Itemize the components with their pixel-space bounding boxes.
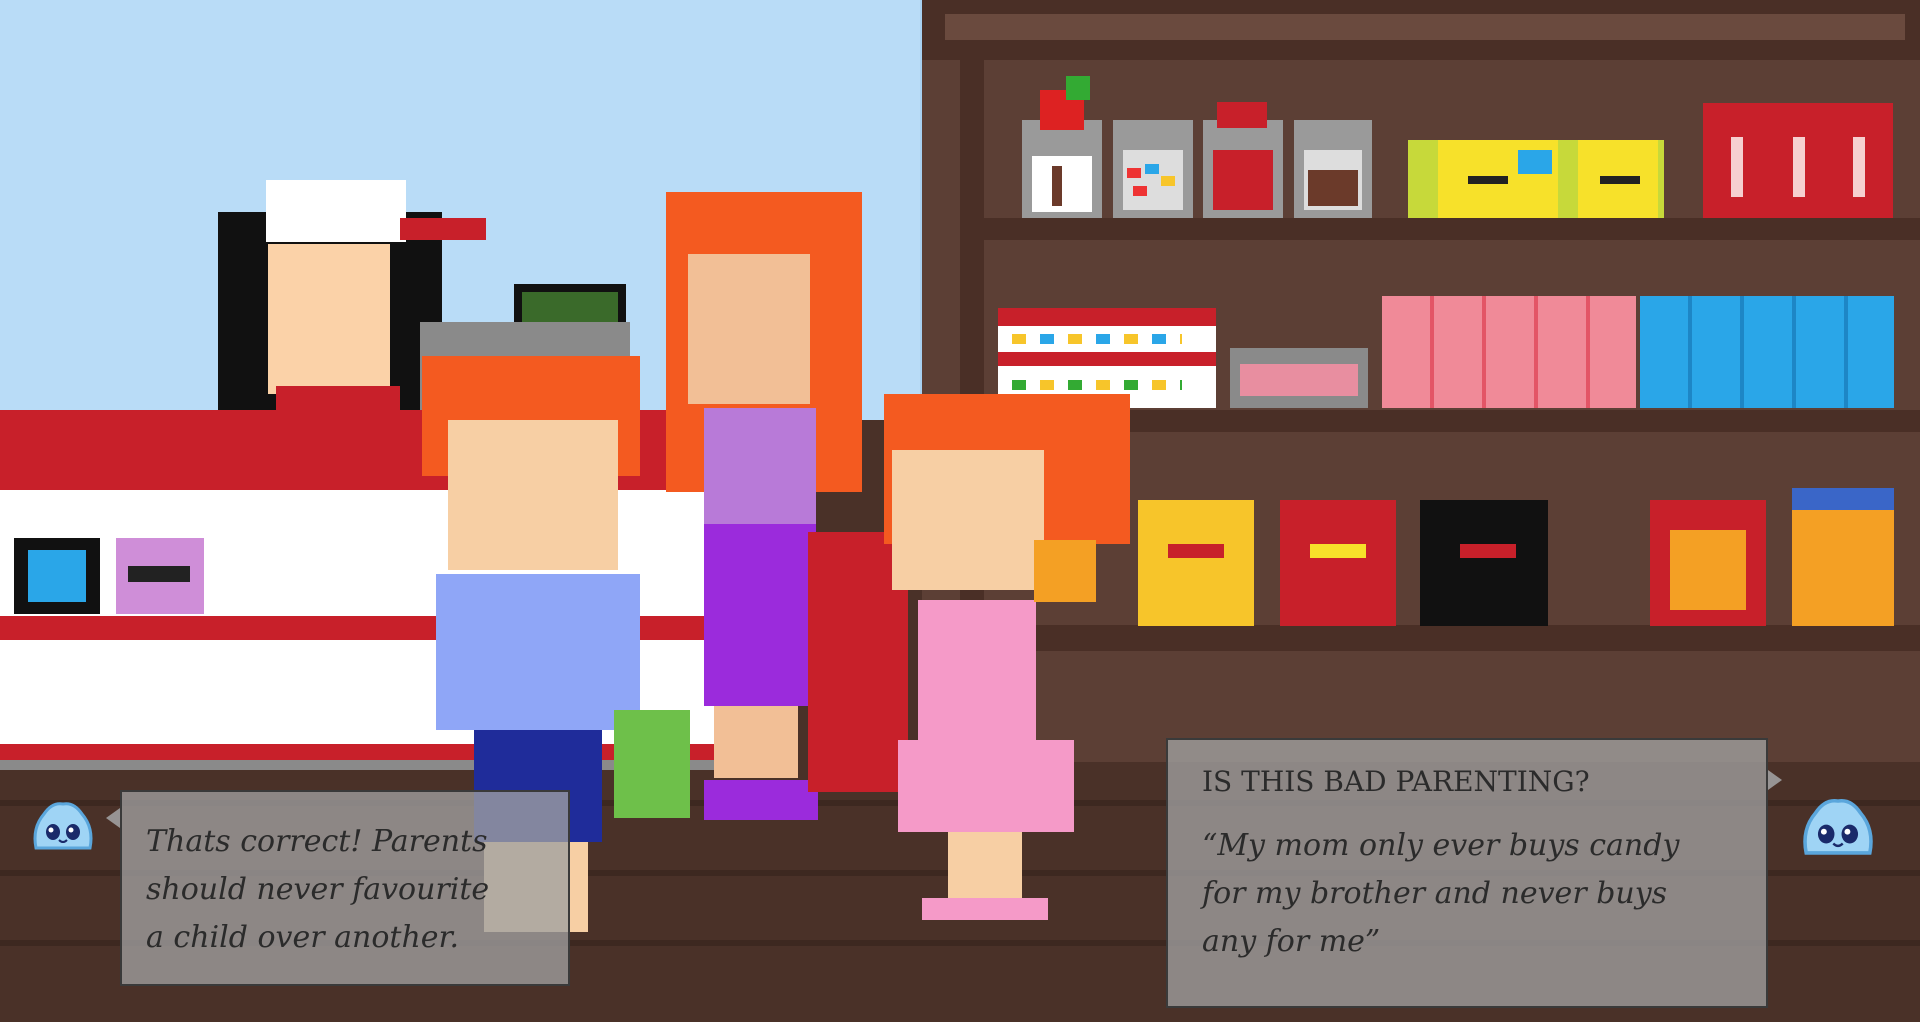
girl-hair-flower — [1034, 540, 1096, 602]
candy-jar-chocolate — [1294, 120, 1372, 218]
mother-top — [704, 408, 816, 526]
girl-dress — [918, 600, 1036, 740]
boy-shirt — [436, 574, 640, 730]
candy-jar-colorful — [1113, 120, 1193, 218]
candy-box-yellow-faces — [1408, 140, 1664, 218]
blue-slime-icon — [33, 802, 93, 850]
snack-bag-red — [1280, 500, 1396, 626]
chip-box-orange — [1650, 500, 1766, 626]
right-dialog-tail — [1768, 770, 1782, 790]
left-speaker-slime — [30, 798, 96, 854]
girl-shoes — [922, 898, 1048, 920]
mother-face — [688, 254, 810, 404]
right-speaker-slime — [1798, 794, 1878, 860]
cashier-face — [268, 244, 390, 394]
right-dialog-box: IS THIS BAD PARENTING? “My mom only ever… — [1166, 738, 1768, 1008]
left-dialog-box: Thats correct! Parents should never favo… — [120, 790, 570, 986]
counter-sign-h — [14, 538, 100, 614]
candy-jar-strawberry — [1022, 76, 1102, 218]
left-dialog-tail — [106, 808, 120, 828]
soda-cans-blue — [1640, 296, 1894, 408]
shelf-top-inner — [945, 14, 1905, 40]
cake-box — [998, 308, 1216, 408]
cashier-cap — [266, 180, 406, 242]
counter-sign-purple — [116, 538, 204, 614]
snack-bag-yellow — [1138, 500, 1254, 626]
candy-tray — [1230, 348, 1368, 408]
girl-legs — [948, 832, 1022, 900]
shelf-board-3 — [984, 625, 1920, 651]
candy-bag-green — [614, 710, 690, 818]
candy-box-red-bars — [1703, 103, 1893, 218]
left-dialog-text: Thats correct! Parents should never favo… — [146, 824, 490, 955]
mother-skirt — [704, 524, 816, 706]
snack-bag-black — [1420, 500, 1548, 626]
soda-cans-pink — [1382, 296, 1636, 408]
cashier-cap-brim — [400, 218, 486, 240]
girl-skirt — [898, 740, 1074, 832]
girl-face — [892, 450, 1044, 590]
blue-slime-icon — [1803, 798, 1873, 855]
right-dialog-quote: “My mom only ever buys candy for my brot… — [1202, 828, 1680, 959]
mother-shoes — [704, 780, 818, 820]
mother-legs — [714, 706, 798, 778]
boy-face — [448, 420, 618, 570]
shelf-board-1 — [984, 218, 1920, 240]
right-dialog-heading: IS THIS BAD PARENTING? — [1202, 765, 1590, 798]
candy-jar-red — [1203, 102, 1283, 218]
cereal-box — [1792, 488, 1894, 626]
